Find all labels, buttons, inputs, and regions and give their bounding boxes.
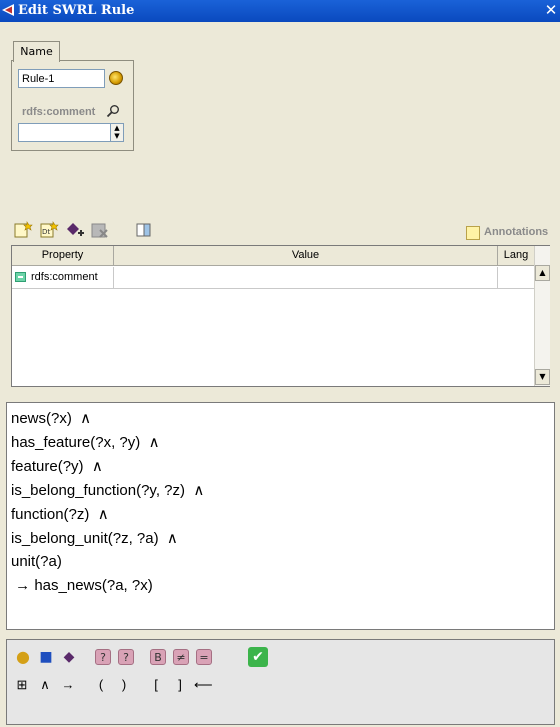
insert-same-as-button[interactable]: =: [196, 649, 212, 665]
rule-consequent: → has_news(?a, ?x): [11, 577, 153, 594]
insert-implies-button[interactable]: →: [59, 676, 77, 694]
symbol-palette: ● ■ ◆ ? ? B ≠ = ✔ ⊞ ∧ → ( ) [ ] ⟵: [6, 639, 555, 725]
comment-label: rdfs:comment: [22, 106, 96, 118]
window-title: Edit SWRL Rule: [18, 3, 135, 18]
insert-property-button[interactable]: ■: [37, 648, 55, 666]
create-annotation-icon[interactable]: [13, 220, 33, 240]
search-icon[interactable]: [106, 104, 120, 118]
tab-name[interactable]: Name: [13, 41, 60, 62]
svg-text:Dt: Dt: [42, 228, 50, 236]
rule-atom: is_belong_unit(?z, ?a) ∧: [11, 530, 178, 547]
rule-atom: function(?z) ∧: [11, 506, 109, 523]
close-button[interactable]: ✕: [543, 2, 559, 18]
annotation-toolbar: Dt: [13, 220, 173, 242]
insert-close-paren-button[interactable]: ): [115, 676, 133, 694]
insert-variable-button[interactable]: ?: [118, 649, 134, 665]
insert-open-bracket-button[interactable]: [: [147, 676, 165, 694]
column-header-lang[interactable]: Lang: [498, 246, 534, 266]
title-bar: Edit SWRL Rule ✕: [0, 0, 560, 22]
create-variable-button[interactable]: ?: [95, 649, 111, 665]
insert-builtin-button[interactable]: B: [150, 649, 166, 665]
comment-spinner[interactable]: ▲ ▼: [110, 123, 124, 142]
delete-annotation-icon[interactable]: [90, 220, 110, 240]
rule-atom: has_feature(?x, ?y) ∧: [11, 434, 160, 451]
table-scrollbar[interactable]: ▲ ▼: [534, 246, 550, 386]
note-icon: [466, 226, 480, 240]
insert-class-button[interactable]: ●: [14, 648, 32, 666]
check-syntax-button[interactable]: ✔: [248, 647, 268, 667]
scroll-up-button[interactable]: ▲: [535, 265, 550, 281]
annotations-table: Property Value Lang rdfs:comment ▲ ▼: [11, 245, 550, 387]
swrl-rule-editor[interactable]: news(?x) ∧ has_feature(?x, ?y) ∧ feature…: [6, 402, 555, 630]
globe-icon[interactable]: [109, 71, 123, 85]
add-property-icon[interactable]: [65, 220, 85, 240]
table-header: Property Value Lang: [12, 246, 534, 266]
annotations-label: Annotations: [484, 226, 549, 238]
lang-cell[interactable]: [498, 267, 534, 289]
create-datatype-annotation-icon[interactable]: Dt: [39, 220, 59, 240]
insert-table-button[interactable]: ⊞: [13, 676, 31, 694]
table-row[interactable]: rdfs:comment: [12, 267, 534, 289]
insert-close-bracket-button[interactable]: ]: [171, 676, 189, 694]
annotation-property-icon: [15, 272, 26, 282]
value-cell[interactable]: [114, 267, 498, 289]
column-header-property[interactable]: Property: [12, 246, 114, 266]
insert-and-button[interactable]: ∧: [36, 676, 54, 694]
comment-input[interactable]: [18, 123, 111, 142]
insert-different-from-button[interactable]: ≠: [173, 649, 189, 665]
rule-atom: news(?x) ∧: [11, 410, 92, 427]
view-icon[interactable]: [135, 220, 155, 240]
insert-individual-button[interactable]: ◆: [60, 648, 78, 666]
backspace-button[interactable]: ⟵: [194, 676, 213, 694]
rule-atom: unit(?a): [11, 553, 62, 570]
protege-app-icon: [2, 4, 14, 16]
property-name: rdfs:comment: [31, 271, 98, 283]
column-header-value[interactable]: Value: [114, 246, 498, 266]
rule-atom: is_belong_function(?y, ?z) ∧: [11, 482, 205, 499]
rule-atom: feature(?y) ∧: [11, 458, 103, 475]
insert-open-paren-button[interactable]: (: [92, 676, 110, 694]
scroll-down-button[interactable]: ▼: [535, 369, 550, 385]
property-cell[interactable]: rdfs:comment: [12, 267, 114, 289]
rule-name-input[interactable]: [18, 69, 105, 88]
